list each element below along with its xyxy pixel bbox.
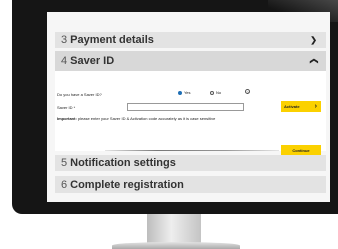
monitor-bezel: 3 Payment details ❯ 4 Saver ID ❯ Do you …	[12, 0, 338, 214]
chevron-up-icon[interactable]: ❯	[309, 58, 318, 65]
section-notification-settings[interactable]: 5 Notification settings	[55, 155, 326, 171]
radio-yes[interactable]: Yes	[178, 90, 191, 95]
section-number: 4	[61, 55, 68, 67]
saver-id-input[interactable]	[127, 103, 244, 111]
radio-no-label: No	[216, 90, 222, 95]
section-number: 5	[61, 157, 68, 169]
activate-button[interactable]: Activate ›	[281, 101, 321, 112]
saver-id-label: Saver ID *	[57, 105, 76, 110]
section-saver-id[interactable]: 4 Saver ID ❯	[55, 51, 326, 71]
divider	[105, 150, 279, 151]
section-payment-details[interactable]: 3 Payment details ❯	[55, 32, 326, 48]
screen: 3 Payment details ❯ 4 Saver ID ❯ Do you …	[47, 12, 330, 202]
radio-no-dot[interactable]	[210, 90, 214, 95]
section-number: 3	[61, 34, 68, 46]
section-title: Saver ID	[70, 55, 115, 67]
monitor-stand-neck	[147, 214, 201, 244]
radio-yes-label: Yes	[184, 90, 191, 95]
important-text: please enter your Saver ID & Activation …	[76, 116, 216, 121]
saver-id-panel: Do you have a Saver ID? Yes No ? Saver I…	[55, 71, 326, 155]
important-note: Important: please enter your Saver ID & …	[57, 116, 215, 121]
help-icon[interactable]: ?	[245, 89, 250, 95]
radio-no[interactable]: No	[210, 90, 221, 95]
arrow-right-icon: ›	[314, 103, 317, 110]
section-complete-registration[interactable]: 6 Complete registration	[55, 176, 326, 193]
monitor-stand-base	[112, 242, 240, 249]
activate-label: Activate	[284, 104, 300, 109]
saver-question-label: Do you have a Saver ID?	[57, 92, 102, 97]
important-bold: Important:	[57, 116, 77, 121]
radio-yes-dot[interactable]	[178, 90, 182, 95]
section-title: Payment details	[70, 34, 154, 46]
section-title: Complete registration	[70, 178, 184, 191]
chevron-down-icon[interactable]: ❯	[310, 36, 317, 45]
continue-button[interactable]: Continue	[281, 145, 321, 155]
section-number: 6	[61, 178, 68, 191]
section-title: Notification settings	[70, 157, 176, 169]
